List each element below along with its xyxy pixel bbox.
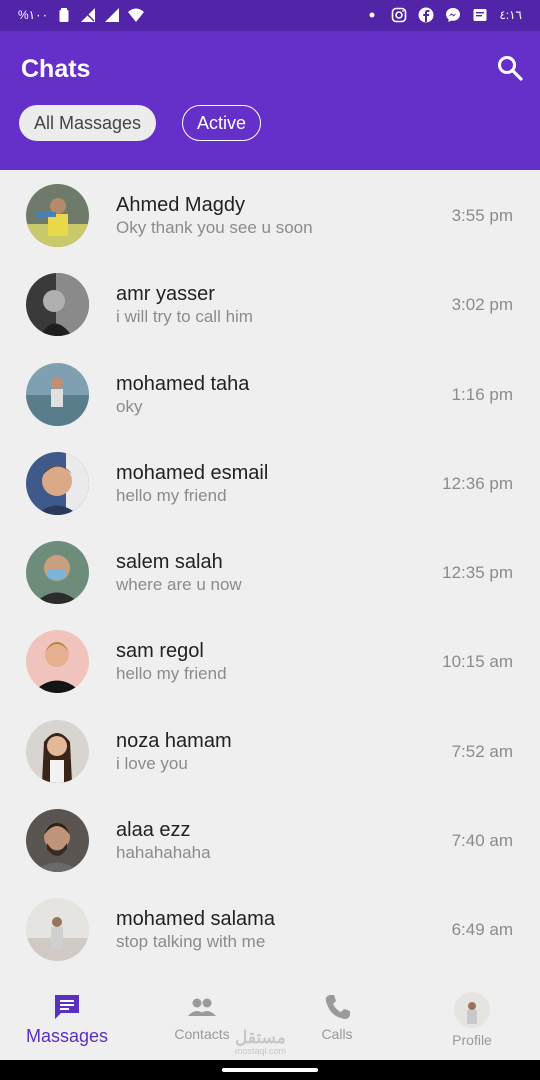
chat-row[interactable]: noza hamam i love you 7:52 am xyxy=(0,706,540,795)
avatar xyxy=(26,719,89,783)
last-message: oky xyxy=(116,396,143,416)
filter-active-chip[interactable]: Active xyxy=(182,105,261,141)
status-right: ٤:١٦ xyxy=(364,7,522,23)
chat-row[interactable]: amr yasser i will try to call him 3:02 p… xyxy=(0,259,540,348)
search-icon[interactable] xyxy=(496,54,524,82)
contact-name: mohamed esmail xyxy=(116,461,269,484)
message-time: 3:55 pm xyxy=(451,206,513,225)
nav-messages[interactable]: Massages xyxy=(2,992,132,1047)
watermark-text: mostaql.com xyxy=(235,1046,287,1056)
battery-icon xyxy=(59,8,69,22)
message-time: 7:52 am xyxy=(451,741,513,761)
contact-name: Ahmed Magdy xyxy=(116,194,245,216)
chat-row[interactable]: mohamed salama stop talking with me 6:49… xyxy=(0,884,540,973)
chat-row[interactable]: salem salah where are u now 12:35 pm xyxy=(0,527,540,616)
chat-row[interactable]: mohamed taha oky 1:16 pm xyxy=(0,349,540,438)
messenger-icon xyxy=(446,8,461,22)
chat-row[interactable]: mohamed esmail hello my friend 12:36 pm xyxy=(0,438,540,527)
contact-name: sam regol xyxy=(116,640,204,663)
avatar xyxy=(26,451,89,515)
signal-off-icon xyxy=(81,8,96,22)
last-message: stop talking with me xyxy=(116,932,266,952)
avatar xyxy=(26,898,89,962)
avatar xyxy=(26,809,89,873)
dot-icon xyxy=(369,12,375,18)
battery-percent: %١٠٠ xyxy=(18,8,49,22)
nav-label: Calls xyxy=(321,1026,353,1042)
message-time: 6:49 am xyxy=(451,920,513,940)
chat-row[interactable]: alaa ezz hahahahaha 7:40 am xyxy=(0,795,540,884)
message-time: 1:16 pm xyxy=(451,384,513,404)
wifi-icon xyxy=(128,8,145,22)
message-time: 12:35 pm xyxy=(442,563,513,583)
message-time: 7:40 am xyxy=(451,831,513,851)
last-message: hahahahaha xyxy=(116,843,211,863)
home-indicator[interactable] xyxy=(222,1068,318,1072)
profile-avatar xyxy=(454,992,490,1028)
message-time: 10:15 am xyxy=(442,652,513,672)
chat-list: Ahmed Magdy Oky thank you see u soon 3:5… xyxy=(0,170,540,974)
last-message: i will try to call him xyxy=(116,307,253,327)
contact-name: mohamed salama xyxy=(116,908,275,931)
avatar xyxy=(26,630,89,694)
last-message: i love you xyxy=(116,753,188,773)
contact-name: mohamed taha xyxy=(116,372,250,395)
status-bar: %١٠٠ ٤:١٦ xyxy=(0,0,540,31)
status-left: %١٠٠ xyxy=(18,7,145,23)
contact-name: noza hamam xyxy=(116,729,232,752)
signal-icon xyxy=(105,8,120,22)
filter-all-messages-chip[interactable]: All Massages xyxy=(19,105,156,141)
nav-label: Profile xyxy=(452,1032,492,1048)
chat-row[interactable]: sam regol hello my friend 10:15 am xyxy=(0,616,540,705)
app-bar: Chats All Massages Active xyxy=(0,31,540,170)
people-icon xyxy=(188,998,216,1016)
last-message: Oky thank you see u soon xyxy=(116,218,313,237)
avatar xyxy=(26,184,89,247)
contact-name: alaa ezz xyxy=(116,819,191,842)
avatar xyxy=(26,541,89,605)
contact-name: amr yasser xyxy=(116,283,215,306)
watermark: مستقل mostaql.com xyxy=(235,1029,287,1056)
clock: ٤:١٦ xyxy=(499,8,522,22)
system-home-bar xyxy=(0,1060,540,1080)
message-icon xyxy=(473,9,487,21)
page-title: Chats xyxy=(21,55,91,83)
last-message: hello my friend xyxy=(116,664,227,684)
message-time: 3:02 pm xyxy=(451,295,513,315)
contact-name: salem salah xyxy=(116,551,223,574)
last-message: hello my friend xyxy=(116,485,227,505)
last-message: where are u now xyxy=(116,575,242,595)
avatar xyxy=(26,362,89,426)
facebook-icon xyxy=(418,7,434,23)
nav-profile[interactable]: Profile xyxy=(407,992,537,1048)
nav-label: Massages xyxy=(25,1026,109,1046)
instagram-icon xyxy=(392,7,407,23)
nav-calls[interactable]: Calls xyxy=(272,992,402,1042)
avatar xyxy=(26,273,89,337)
watermark-logo: مستقل xyxy=(235,1028,286,1047)
chat-icon xyxy=(55,995,79,1019)
message-time: 12:36 pm xyxy=(442,473,513,493)
phone-icon xyxy=(325,995,350,1019)
chat-row[interactable]: Ahmed Magdy Oky thank you see u soon 3:5… xyxy=(0,170,540,259)
